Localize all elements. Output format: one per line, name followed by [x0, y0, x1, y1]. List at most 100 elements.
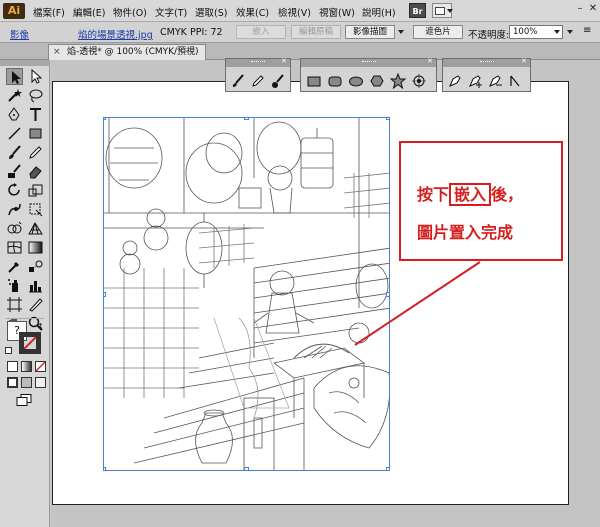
- close-icon[interactable]: ×: [53, 45, 61, 59]
- blend-tool[interactable]: [27, 258, 44, 275]
- ellipse-icon[interactable]: [348, 73, 364, 89]
- artboard-tool[interactable]: [6, 296, 23, 313]
- rotate-tool[interactable]: [6, 182, 23, 199]
- menu-window[interactable]: 視窗(W): [319, 5, 355, 19]
- edit-original-button[interactable]: 編輯原稿: [291, 25, 341, 39]
- placed-image[interactable]: [103, 117, 390, 471]
- mask-button[interactable]: 遮色片: [413, 25, 463, 39]
- resize-handle-s[interactable]: [244, 467, 249, 470]
- mesh-tool[interactable]: [6, 239, 23, 256]
- paintbrush-icon[interactable]: [230, 73, 246, 89]
- eraser-tool[interactable]: [27, 163, 44, 180]
- convert-anchor-point-icon[interactable]: [507, 73, 523, 89]
- resize-handle-n[interactable]: [244, 118, 249, 120]
- annotation-callout: 按下 嵌入 後， 圖片置入完成: [399, 141, 563, 261]
- shape-tools-panel: ✕: [300, 57, 437, 92]
- perspective-grid-icon: [28, 222, 43, 235]
- resize-handle-se[interactable]: [386, 467, 389, 470]
- free-transform-tool[interactable]: [27, 201, 44, 218]
- draw-normal-icon[interactable]: [7, 377, 18, 388]
- panel-grip[interactable]: ✕: [301, 57, 436, 67]
- lasso-tool[interactable]: [27, 87, 44, 104]
- opacity-select[interactable]: 100%: [509, 25, 563, 39]
- warp-tool[interactable]: [6, 201, 23, 218]
- menu-effect[interactable]: 效果(C): [236, 5, 269, 19]
- pencil-tool[interactable]: [27, 144, 44, 161]
- linked-filename[interactable]: 焰的場景透視.jpg: [78, 27, 153, 41]
- resize-handle-e[interactable]: [386, 292, 389, 297]
- add-anchor-point-icon[interactable]: [467, 73, 483, 89]
- line-tool[interactable]: [6, 125, 23, 142]
- rectangle-tool[interactable]: [27, 125, 44, 142]
- menu-type[interactable]: 文字(T): [155, 5, 187, 19]
- menu-object[interactable]: 物件(O): [113, 5, 147, 19]
- divider: [6, 318, 44, 319]
- pen-icon[interactable]: [447, 73, 463, 89]
- tools-panel-grip[interactable]: [0, 60, 50, 66]
- close-icon[interactable]: ✕: [427, 57, 433, 65]
- delete-anchor-point-icon[interactable]: [487, 73, 503, 89]
- polygon-icon[interactable]: [369, 73, 385, 89]
- menu-view[interactable]: 檢視(V): [278, 5, 311, 19]
- close-icon[interactable]: ✕: [586, 3, 600, 15]
- blob-brush-tool[interactable]: [6, 163, 23, 180]
- arrange-documents-button[interactable]: [432, 3, 453, 18]
- embed-button[interactable]: 嵌入: [236, 25, 286, 39]
- symbol-sprayer-tool[interactable]: [6, 277, 23, 294]
- resize-handle-w[interactable]: [104, 292, 106, 297]
- draw-behind-icon[interactable]: [21, 377, 32, 388]
- stroke-swatch[interactable]: [19, 332, 41, 354]
- mesh-icon: [7, 241, 22, 254]
- brush-tools-panel: ✕: [225, 57, 291, 92]
- selection-tool[interactable]: [6, 68, 23, 85]
- perspective-grid-tool[interactable]: [27, 220, 44, 237]
- menu-select[interactable]: 選取(S): [195, 5, 227, 19]
- rounded-rectangle-icon[interactable]: [327, 73, 343, 89]
- shape-builder-tool[interactable]: [6, 220, 23, 237]
- arrow-icon: [12, 71, 21, 84]
- image-trace-button[interactable]: 影像描圖: [345, 25, 395, 39]
- slice-tool[interactable]: [27, 296, 44, 313]
- default-colors-icon[interactable]: [5, 347, 12, 354]
- bridge-button[interactable]: Br: [409, 3, 426, 18]
- object-type-label[interactable]: 影像: [10, 27, 29, 41]
- column-graph-tool[interactable]: [27, 277, 44, 294]
- scale-tool[interactable]: [27, 182, 44, 199]
- blob-brush-icon[interactable]: [270, 73, 286, 89]
- draw-inside-icon[interactable]: [35, 377, 46, 388]
- menu-edit[interactable]: 編輯(E): [73, 5, 105, 19]
- color-mode-icon[interactable]: [7, 361, 18, 372]
- pen-tool[interactable]: [6, 106, 23, 123]
- type-tool[interactable]: [27, 106, 44, 123]
- eyedropper-tool[interactable]: [6, 258, 23, 275]
- opacity-flyout-icon[interactable]: [567, 30, 573, 34]
- opacity-value: 100%: [513, 27, 538, 37]
- screen-mode-button[interactable]: [16, 394, 32, 406]
- menu-help[interactable]: 說明(H): [362, 5, 396, 19]
- rectangle-icon[interactable]: [306, 73, 322, 89]
- close-icon[interactable]: ✕: [281, 57, 287, 65]
- document-tab[interactable]: × 焰-透視* @ 100% (CMYK/預視): [48, 44, 206, 60]
- close-icon[interactable]: ✕: [521, 57, 527, 65]
- magic-wand-tool[interactable]: [6, 87, 23, 104]
- resize-handle-sw[interactable]: [104, 467, 106, 470]
- resize-handle-nw[interactable]: [104, 118, 106, 120]
- image-trace-dropdown-icon[interactable]: [398, 30, 404, 34]
- resize-handle-ne[interactable]: [386, 118, 389, 120]
- flare-icon[interactable]: [411, 73, 427, 89]
- minimize-icon[interactable]: –: [573, 3, 587, 15]
- panel-menu-icon[interactable]: ≡: [583, 25, 591, 36]
- gradient-mode-icon[interactable]: [21, 361, 32, 372]
- gradient-tool[interactable]: [27, 239, 44, 256]
- pencil-icon[interactable]: [250, 73, 266, 89]
- menu-file[interactable]: 檔案(F): [33, 5, 65, 19]
- panel-grip[interactable]: ✕: [226, 57, 290, 67]
- swap-colors-icon[interactable]: ↕: [37, 322, 44, 331]
- direct-selection-tool[interactable]: [27, 68, 44, 85]
- warp-icon: [8, 203, 21, 216]
- star-icon[interactable]: [389, 72, 407, 90]
- blob-brush-icon: [8, 164, 21, 178]
- paintbrush-tool[interactable]: [6, 144, 23, 161]
- panel-grip[interactable]: ✕: [443, 57, 530, 67]
- none-mode-icon[interactable]: [35, 361, 46, 372]
